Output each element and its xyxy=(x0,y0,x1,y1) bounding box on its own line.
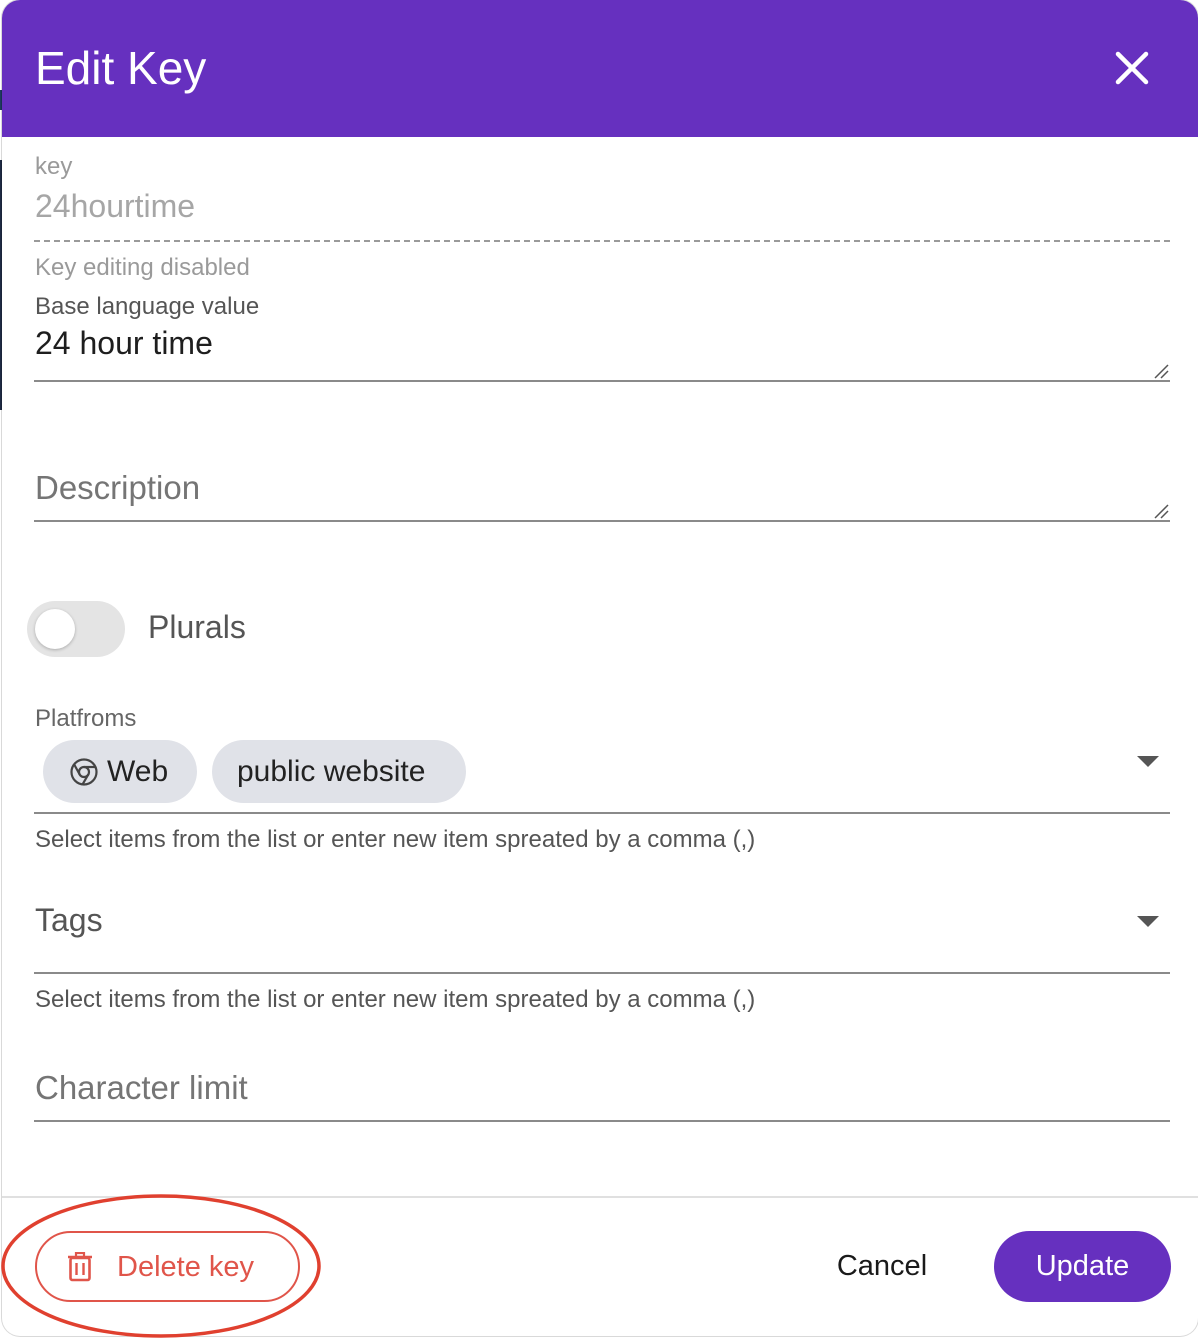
resize-grip-icon[interactable] xyxy=(1153,363,1169,379)
character-limit-input[interactable]: Character limit xyxy=(35,1069,248,1107)
plurals-label: Plurals xyxy=(148,609,246,645)
platforms-underline xyxy=(34,812,1170,814)
close-button[interactable] xyxy=(1110,46,1154,90)
key-field-label: key xyxy=(35,153,73,180)
trash-icon xyxy=(68,1252,92,1282)
tags-input[interactable]: Tags xyxy=(35,902,103,939)
chevron-down-icon[interactable] xyxy=(1137,916,1159,928)
base-language-textarea[interactable]: 24 hour time xyxy=(35,325,213,362)
edit-key-dialog: Edit Key key 24hourtime Key editing disa… xyxy=(2,0,1198,1336)
dialog-title: Edit Key xyxy=(35,42,207,94)
description-textarea[interactable]: Description xyxy=(35,469,200,507)
platforms-label: Platfroms xyxy=(35,705,137,732)
dialog-header: Edit Key xyxy=(2,0,1198,137)
tags-helper: Select items from the list or enter new … xyxy=(35,986,756,1013)
character-limit-underline xyxy=(34,1120,1170,1122)
close-icon xyxy=(1115,51,1149,85)
platforms-helper: Select items from the list or enter new … xyxy=(35,826,756,853)
chevron-down-icon[interactable] xyxy=(1137,756,1159,768)
plurals-toggle[interactable] xyxy=(27,601,125,657)
tags-underline xyxy=(34,972,1170,974)
platform-chip-web[interactable]: Web xyxy=(43,740,197,803)
chip-label: public website xyxy=(237,755,426,788)
base-language-label: Base language value xyxy=(35,293,260,320)
chip-label: Web xyxy=(107,755,169,788)
key-field-helper: Key editing disabled xyxy=(35,254,250,281)
key-field-input: 24hourtime xyxy=(35,188,196,224)
base-language-underline xyxy=(34,380,1170,382)
platform-chip-public-website[interactable]: public website xyxy=(212,740,466,803)
delete-key-label: Delete key xyxy=(117,1251,255,1283)
key-field-underline xyxy=(34,240,1170,242)
resize-grip-icon[interactable] xyxy=(1153,503,1169,519)
delete-key-button[interactable]: Delete key xyxy=(35,1231,300,1302)
cancel-button[interactable]: Cancel xyxy=(812,1231,952,1302)
footer-divider xyxy=(2,1196,1198,1198)
chrome-icon xyxy=(70,758,98,786)
description-underline xyxy=(34,520,1170,522)
toggle-knob xyxy=(35,609,75,649)
update-button[interactable]: Update xyxy=(994,1231,1171,1302)
